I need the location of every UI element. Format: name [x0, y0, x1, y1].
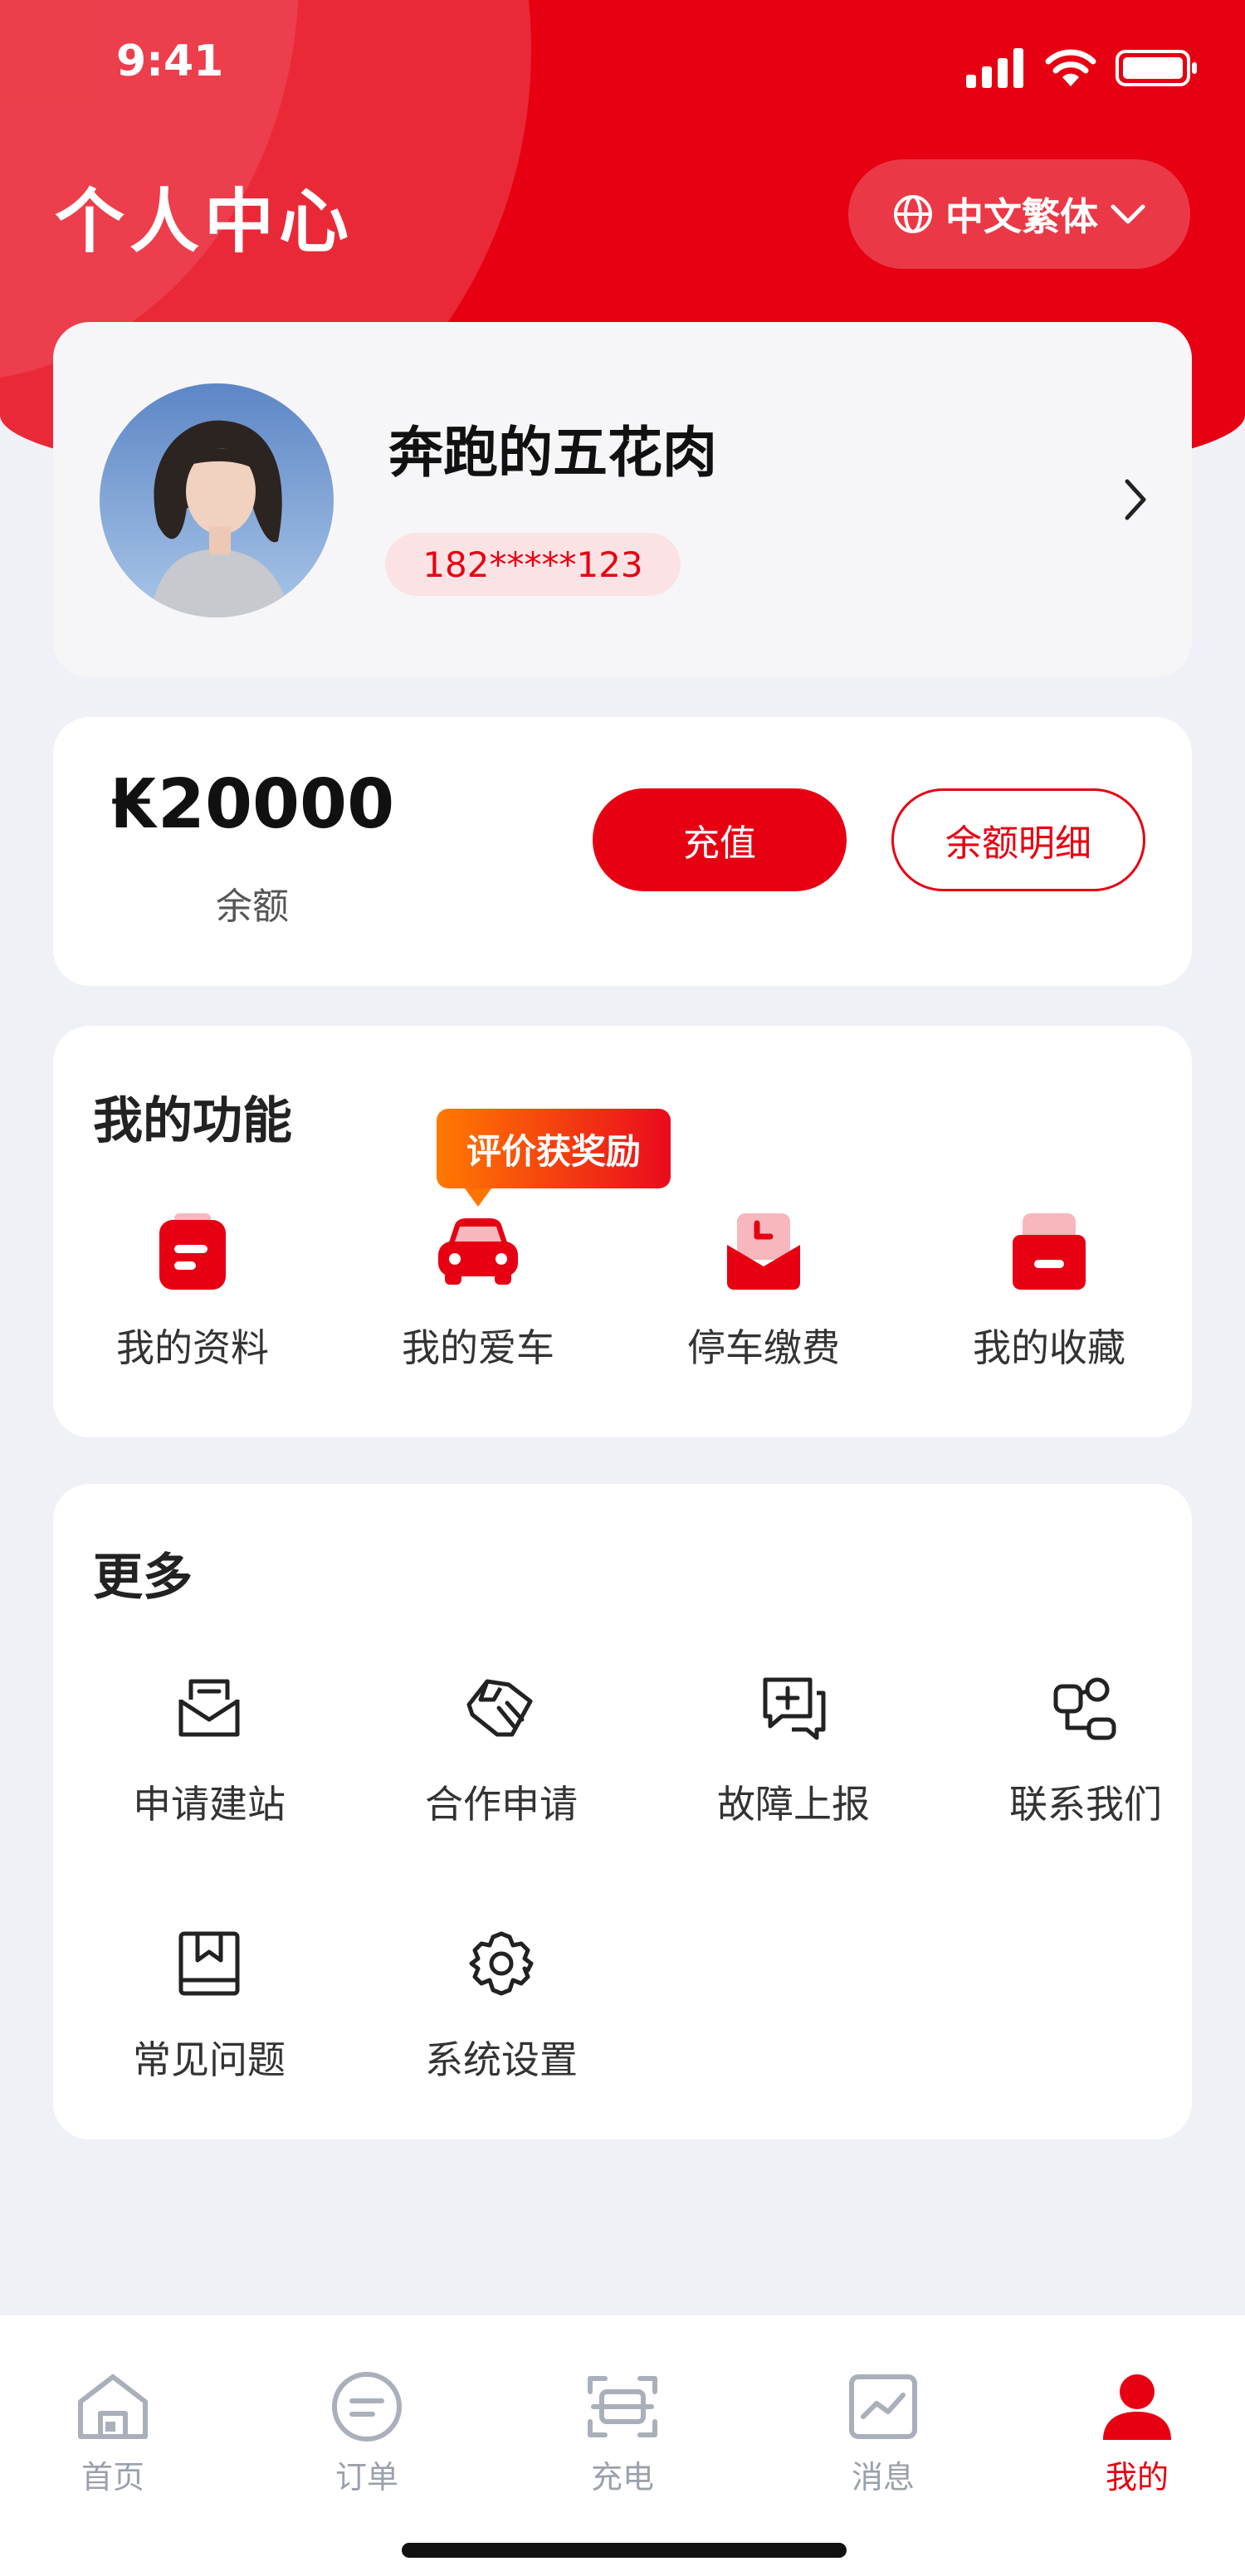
more-system-settings[interactable]: 系统设置 — [369, 1922, 634, 2085]
language-label: 中文繁体 — [945, 194, 1098, 239]
reward-badge: 评价获奖励 — [437, 1109, 671, 1207]
home-icon — [78, 2374, 148, 2439]
more-label: 系统设置 — [425, 2037, 578, 2082]
wifi-icon — [1045, 49, 1096, 86]
page-title: 个人中心 — [55, 181, 354, 262]
bottom-tab-bar: 首页 订单 充电 消息 我的 — [0, 2315, 1245, 2576]
home-indicator — [402, 2543, 847, 2558]
function-my-car[interactable]: 我的爱车 — [345, 1210, 611, 1373]
tab-mine[interactable]: 我的 — [1013, 2365, 1245, 2497]
parking-envelope-icon — [727, 1213, 800, 1290]
mail-icon — [178, 1679, 240, 1737]
tab-label: 首页 — [81, 2459, 144, 2496]
function-label: 我的爱车 — [402, 1325, 554, 1370]
function-label: 我的资料 — [116, 1325, 269, 1370]
function-label: 停车缴费 — [687, 1325, 840, 1370]
balance-detail-button[interactable]: 余额明细 — [891, 788, 1145, 891]
more-faq[interactable]: 常见问题 — [76, 1922, 342, 2085]
profile-card[interactable]: 奔跑的五花肉 182*****123 — [53, 322, 1192, 677]
battery-icon — [1116, 50, 1197, 86]
phone-badge: 182*****123 — [385, 533, 681, 596]
balance-card: ₭20000 余额 充值 余额明细 — [53, 717, 1192, 986]
globe-icon — [894, 195, 932, 233]
more-label: 合作申请 — [425, 1782, 578, 1827]
recharge-button[interactable]: 充值 — [593, 788, 847, 891]
more-label: 常见问题 — [133, 2037, 286, 2082]
charge-scan-icon — [588, 2376, 657, 2437]
tab-messages[interactable]: 消息 — [759, 2365, 1008, 2497]
user-icon — [1103, 2374, 1171, 2440]
car-icon — [438, 1218, 518, 1285]
status-time: 9:41 — [116, 37, 224, 86]
status-icons — [966, 48, 1199, 88]
more-card: 更多 申请建站 合作申请 故障上报 联系我们 常见问题 系统设置 — [53, 1484, 1192, 2139]
chevron-down-icon — [1111, 204, 1145, 224]
more-apply-station[interactable]: 申请建站 — [76, 1666, 342, 1829]
more-label: 联系我们 — [1009, 1782, 1162, 1827]
tab-label: 我的 — [1105, 2459, 1169, 2496]
function-my-profile[interactable]: 我的资料 — [60, 1210, 325, 1373]
more-label: 故障上报 — [717, 1782, 870, 1827]
functions-card: 我的功能 评价获奖励 我的资料 我的爱车 停车缴费 我的收藏 — [53, 1026, 1192, 1437]
contact-icon — [1053, 1677, 1116, 1740]
function-parking-fee[interactable]: 停车缴费 — [631, 1210, 896, 1373]
more-cooperation[interactable]: 合作申请 — [369, 1666, 634, 1829]
balance-label: 余额 — [216, 886, 289, 928]
more-label: 申请建站 — [133, 1782, 286, 1827]
tab-label: 充电 — [590, 2459, 654, 2496]
tab-label: 消息 — [851, 2459, 915, 2496]
signal-icon — [966, 48, 1023, 88]
tab-charge[interactable]: 充电 — [498, 2365, 747, 2497]
profile-doc-icon — [159, 1213, 226, 1290]
function-my-favorites[interactable]: 我的收藏 — [916, 1210, 1182, 1373]
tab-label: 订单 — [334, 2459, 398, 2496]
message-chart-icon — [849, 2374, 917, 2439]
handshake-icon — [466, 1679, 533, 1737]
avatar[interactable] — [100, 383, 334, 617]
report-chat-icon — [763, 1677, 826, 1740]
more-contact-us[interactable]: 联系我们 — [953, 1666, 1218, 1829]
functions-title: 我的功能 — [93, 1092, 292, 1150]
order-icon — [332, 2372, 402, 2442]
function-label: 我的收藏 — [973, 1325, 1125, 1370]
more-report-fault[interactable]: 故障上报 — [661, 1666, 926, 1829]
tab-orders[interactable]: 订单 — [242, 2365, 491, 2497]
tab-home[interactable]: 首页 — [0, 2365, 237, 2497]
favorites-box-icon — [1013, 1213, 1086, 1290]
chevron-right-icon[interactable] — [1120, 476, 1150, 523]
bookmark-book-icon — [178, 1931, 240, 1996]
phone-number: 182*****123 — [422, 544, 643, 585]
nickname: 奔跑的五花肉 — [388, 421, 717, 485]
language-selector[interactable]: 中文繁体 — [848, 159, 1190, 269]
more-title: 更多 — [93, 1549, 193, 1607]
balance-amount: ₭20000 — [110, 765, 395, 844]
settings-gear-icon — [469, 1931, 534, 1996]
